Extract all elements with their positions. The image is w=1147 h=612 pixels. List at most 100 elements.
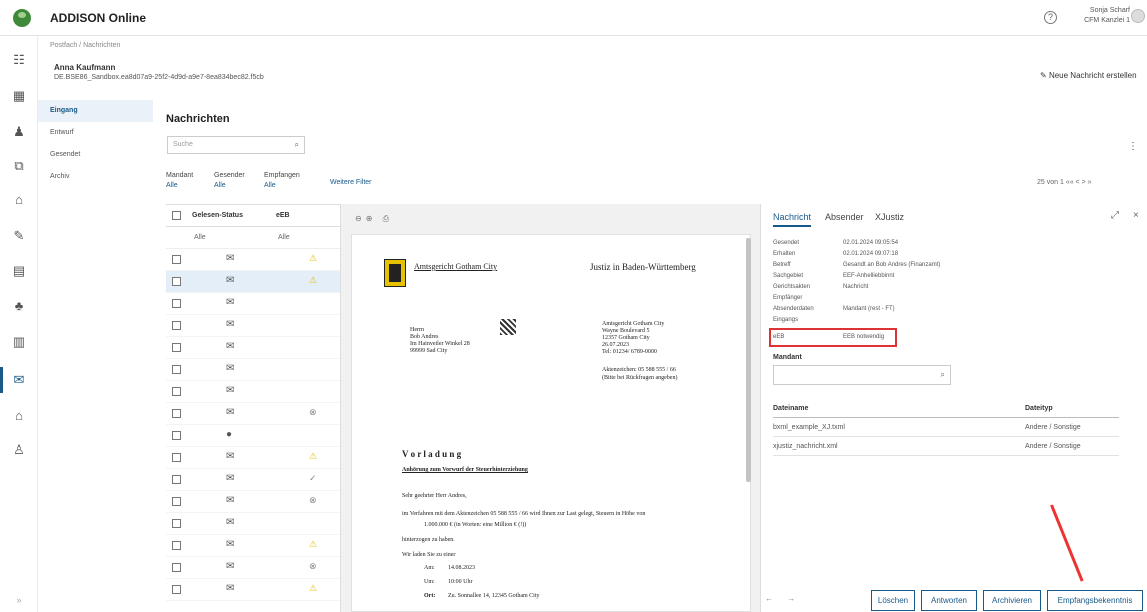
row-checkbox[interactable] xyxy=(172,431,181,440)
mandant-label: Mandant xyxy=(773,354,802,361)
table-row[interactable]: ✉ ⊗ xyxy=(166,491,340,513)
receipt-acknowledgement-button[interactable]: Empfangsbekenntnis xyxy=(1047,590,1143,611)
table-row[interactable]: ✉ ✓ xyxy=(166,469,340,491)
attachment-row[interactable]: xjustiz_nachricht.xml Andere / Sonstige xyxy=(773,437,1119,456)
row-checkbox[interactable] xyxy=(172,343,181,352)
document-scrollbar[interactable] xyxy=(746,238,751,482)
expand-icon[interactable]: ⤢ xyxy=(1111,210,1119,221)
row-checkbox[interactable] xyxy=(172,563,181,572)
table-row[interactable]: ● xyxy=(166,425,340,447)
dashboard-icon[interactable]: ☷ xyxy=(11,52,27,68)
eeb-filter[interactable]: Alle xyxy=(278,227,290,249)
document-viewer: ⊖⊕ ⎙ Amtsgericht Gotham City Justiz in B… xyxy=(340,204,760,612)
col-filename[interactable]: Dateiname xyxy=(773,405,808,412)
client-id: DE.BSE86_Sandbox.ea8d07a9-25f2-4d9d-a9e7… xyxy=(54,74,264,81)
office-icon[interactable]: ▥ xyxy=(11,334,27,350)
mandant-search-input[interactable]: ⌕ xyxy=(773,365,951,385)
table-row[interactable]: ✉ ⚠ xyxy=(166,579,340,601)
people-icon[interactable]: ♟ xyxy=(11,124,27,140)
row-checkbox[interactable] xyxy=(172,365,181,374)
row-checkbox[interactable] xyxy=(172,453,181,462)
search-input[interactable]: Suche ⌕ xyxy=(167,136,305,154)
delete-button[interactable]: Löschen xyxy=(871,590,915,611)
new-message-button[interactable]: ✎ Neue Nachricht erstellen xyxy=(1040,71,1137,80)
col-eeb[interactable]: eEB xyxy=(276,205,290,227)
select-all-checkbox[interactable] xyxy=(172,211,181,220)
envelope-icon: ✉ xyxy=(226,297,235,308)
eeb-status-icon: ⚠ xyxy=(309,253,318,263)
documents-icon[interactable]: ⧉ xyxy=(11,158,27,174)
envelope-icon: ✉ xyxy=(226,275,235,286)
new-message-label: Neue Nachricht erstellen xyxy=(1048,71,1137,80)
row-checkbox[interactable] xyxy=(172,255,181,264)
tab-xjustiz[interactable]: XJustiz xyxy=(875,212,904,222)
mailbox-icon[interactable]: ✉ xyxy=(11,372,27,388)
bank-icon[interactable]: ⌂ xyxy=(11,408,27,424)
table-row[interactable]: ✉ xyxy=(166,381,340,403)
folder-list: Eingang Entwurf Gesendet Archiv xyxy=(38,100,153,188)
attachment-type: Andere / Sonstige xyxy=(1025,424,1081,431)
breadcrumb[interactable]: Postfach / Nachrichten xyxy=(50,42,120,49)
row-checkbox[interactable] xyxy=(172,541,181,550)
envelope-icon: ✉ xyxy=(226,451,235,462)
sender-line: Tel: 01234/ 6789-0000 xyxy=(602,349,657,355)
folder-gesendet[interactable]: Gesendet xyxy=(38,144,153,166)
archive-button[interactable]: Archivieren xyxy=(983,590,1041,611)
group-icon[interactable]: ♣ xyxy=(11,298,27,314)
row-checkbox[interactable] xyxy=(172,475,181,484)
search-icon[interactable]: ⌕ xyxy=(295,140,299,150)
folder-eingang[interactable]: Eingang xyxy=(38,100,153,122)
table-row[interactable]: ✉ ⚠ xyxy=(166,447,340,469)
row-checkbox[interactable] xyxy=(172,321,181,330)
tab-absender[interactable]: Absender xyxy=(825,212,864,222)
building-icon[interactable]: ⌂ xyxy=(11,192,27,208)
viewer-toolbar[interactable]: ⊖⊕ ⎙ xyxy=(355,214,393,224)
time-label: Um: xyxy=(424,579,435,585)
row-checkbox[interactable] xyxy=(172,497,181,506)
help-icon[interactable]: ? xyxy=(1044,11,1057,24)
filter-gesender[interactable]: Gesender Alle xyxy=(214,171,245,191)
more-filters-link[interactable]: Weitere Filter xyxy=(330,179,372,186)
table-row[interactable]: ✉ ⚠ xyxy=(166,535,340,557)
table-row[interactable]: ✉ xyxy=(166,315,340,337)
table-row[interactable]: ✉ ⊗ xyxy=(166,557,340,579)
reply-button[interactable]: Antworten xyxy=(921,590,977,611)
table-row[interactable]: ✉ xyxy=(166,293,340,315)
col-filetype[interactable]: Dateityp xyxy=(1025,399,1053,418)
body-text: hinterzogen zu haben. xyxy=(402,537,455,543)
table-row[interactable]: ✉ ⊗ xyxy=(166,403,340,425)
attachment-row[interactable]: bxml_example_XJ.txml Andere / Sonstige xyxy=(773,418,1119,437)
tab-nachricht[interactable]: Nachricht xyxy=(773,212,812,227)
table-row[interactable]: ✉ xyxy=(166,359,340,381)
search-icon[interactable]: ⌕ xyxy=(941,370,945,380)
avatar[interactable] xyxy=(1131,9,1145,23)
pagination[interactable]: 25 von 1 «« < > » xyxy=(1037,179,1092,186)
user-info[interactable]: Sonja Scharf CFM Kanzlei 1 xyxy=(1070,6,1130,26)
close-icon[interactable]: × xyxy=(1133,210,1139,221)
row-checkbox[interactable] xyxy=(172,299,181,308)
row-checkbox[interactable] xyxy=(172,585,181,594)
table-row[interactable]: ✉ ⚠ xyxy=(166,271,340,293)
table-row[interactable]: ✉ xyxy=(166,337,340,359)
table-row[interactable]: ✉ xyxy=(166,513,340,535)
folder-entwurf[interactable]: Entwurf xyxy=(38,122,153,144)
book-icon[interactable]: ▤ xyxy=(11,263,27,279)
filter-mandant[interactable]: Mandant Alle xyxy=(166,171,193,191)
calendar-icon[interactable]: ▦ xyxy=(11,88,27,104)
row-checkbox[interactable] xyxy=(172,519,181,528)
app-title: ADDISON Online xyxy=(50,11,147,25)
eeb-value: EEB notwendig xyxy=(843,334,885,340)
tools-icon[interactable]: ✎ xyxy=(11,228,27,244)
row-checkbox[interactable] xyxy=(172,387,181,396)
message-nav-arrows[interactable]: ← → xyxy=(765,594,801,603)
folder-archiv[interactable]: Archiv xyxy=(38,166,153,188)
status-filter[interactable]: Alle xyxy=(194,227,206,249)
more-options-icon[interactable]: ⋮ xyxy=(1128,141,1138,152)
collapse-icon[interactable]: » xyxy=(11,592,27,608)
user-icon[interactable]: ♙ xyxy=(11,442,27,458)
filter-empfangen[interactable]: Empfangen Alle xyxy=(264,171,300,191)
col-status[interactable]: Gelesen-Status xyxy=(192,205,243,227)
table-row[interactable]: ✉ ⚠ xyxy=(166,249,340,271)
row-checkbox[interactable] xyxy=(172,277,181,286)
row-checkbox[interactable] xyxy=(172,409,181,418)
